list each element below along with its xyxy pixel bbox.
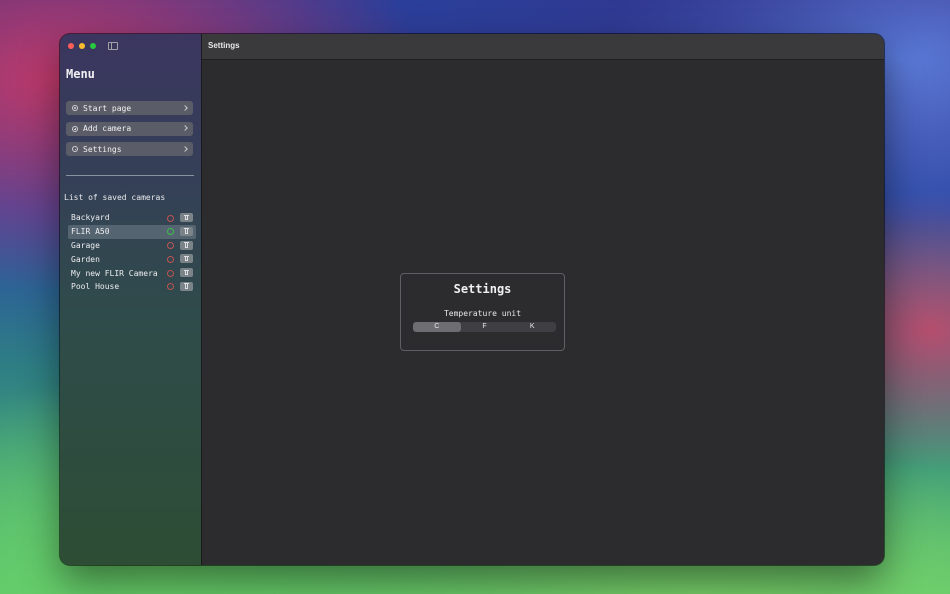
window-title: Settings — [208, 41, 240, 50]
nav-item-label: Add camera — [83, 124, 132, 133]
camera-row-garage[interactable]: Garage — [68, 239, 196, 253]
plus-circle-icon — [72, 125, 78, 132]
status-indicator-icon — [167, 228, 174, 236]
window-controls — [68, 43, 96, 49]
camera-row-pool-house[interactable]: Pool House — [68, 280, 196, 294]
minimize-window-button[interactable] — [79, 43, 85, 49]
nav-item-start-page[interactable]: Start page — [66, 101, 193, 115]
delete-camera-button[interactable] — [180, 213, 193, 222]
chevron-right-icon — [182, 125, 188, 131]
delete-camera-button[interactable] — [180, 281, 193, 291]
nav-item-label: Start page — [83, 103, 132, 113]
temperature-unit-picker: C F K — [413, 322, 556, 332]
camera-row-my-new-flir-camera[interactable]: My new FLIR Camera — [68, 266, 196, 280]
status-indicator-icon — [167, 283, 174, 291]
saved-cameras-list: Backyard FLIR A50 Garage Garden My new F — [68, 211, 196, 294]
camera-name: Garage — [71, 240, 100, 250]
nav-list: Start page Add camera Settings — [66, 101, 193, 163]
unit-option-f[interactable]: F — [461, 322, 509, 332]
camera-row-flir-a50[interactable]: FLIR A50 — [68, 224, 196, 239]
chevron-right-icon — [182, 104, 188, 111]
camera-name: FLIR A50 — [71, 227, 110, 237]
settings-panel: Settings Temperature unit C F K — [400, 273, 565, 351]
delete-camera-button[interactable] — [180, 254, 193, 264]
sidebar: Menu Start page Add camera Settings List… — [60, 34, 202, 565]
nav-item-add-camera[interactable]: Add camera — [66, 121, 193, 136]
camera-name: Garden — [71, 254, 100, 264]
gear-icon — [72, 146, 78, 152]
home-icon — [72, 105, 78, 111]
camera-row-backyard[interactable]: Backyard — [68, 211, 196, 225]
status-indicator-icon — [167, 214, 174, 222]
temperature-unit-label: Temperature unit — [443, 309, 522, 318]
title-bar: Settings — [202, 34, 884, 60]
sidebar-divider — [66, 175, 194, 176]
nav-item-label: Settings — [83, 144, 122, 154]
menu-title: Menu — [66, 67, 95, 81]
camera-name: Pool House — [71, 282, 120, 292]
delete-camera-button[interactable] — [180, 226, 193, 236]
delete-camera-button[interactable] — [180, 268, 193, 278]
status-indicator-icon — [167, 255, 174, 263]
saved-cameras-heading: List of saved cameras — [64, 193, 166, 202]
sidebar-toggle-icon[interactable] — [108, 42, 118, 50]
camera-name: Backyard — [71, 213, 110, 223]
close-window-button[interactable] — [68, 43, 74, 49]
delete-camera-button[interactable] — [180, 240, 193, 250]
zoom-window-button[interactable] — [90, 43, 96, 49]
chevron-right-icon — [182, 145, 188, 152]
settings-panel-title: Settings — [453, 282, 512, 296]
camera-row-garden[interactable]: Garden — [68, 252, 196, 266]
unit-option-c[interactable]: C — [413, 322, 461, 332]
status-indicator-icon — [167, 242, 174, 250]
unit-option-k[interactable]: K — [508, 322, 556, 332]
nav-item-settings[interactable]: Settings — [66, 142, 193, 156]
camera-name: My new FLIR Camera — [71, 268, 158, 278]
status-indicator-icon — [167, 269, 174, 277]
